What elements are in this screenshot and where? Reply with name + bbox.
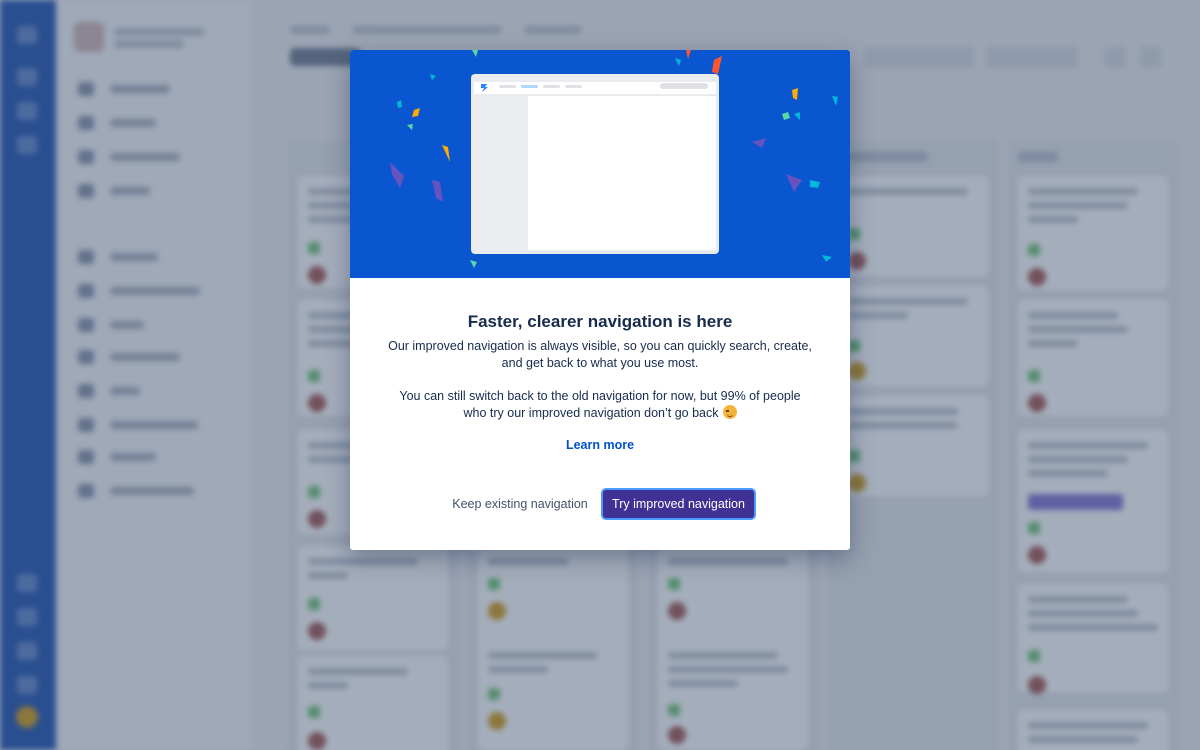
confetti-window-illustration xyxy=(390,50,838,268)
learn-more-link[interactable]: Learn more xyxy=(350,438,850,452)
confetti-piece xyxy=(442,145,450,162)
confetti-piece xyxy=(397,100,402,108)
confetti-piece xyxy=(822,255,832,262)
confetti-piece xyxy=(470,260,477,268)
dialog-title: Faster, clearer navigation is here xyxy=(467,312,733,331)
confetti-piece xyxy=(792,88,798,100)
dialog-note: You can still switch back to the old nav… xyxy=(388,388,812,422)
dialog-description: Our improved navigation is always visibl… xyxy=(388,339,812,370)
confetti-piece xyxy=(782,112,790,120)
confetti-piece xyxy=(675,58,681,66)
dialog-illustration xyxy=(350,50,850,278)
navigation-announcement-dialog: Faster, clearer navigation is here Our i… xyxy=(350,50,850,550)
dialog-note-text: You can still switch back to the old nav… xyxy=(399,389,801,420)
confetti-piece xyxy=(794,112,800,120)
confetti-piece xyxy=(786,174,802,192)
try-improved-navigation-button[interactable]: Try improved navigation xyxy=(603,490,754,518)
confetti-piece xyxy=(412,108,420,117)
confetti-piece xyxy=(810,180,820,188)
confetti-piece xyxy=(430,74,436,80)
confetti-piece xyxy=(686,50,691,59)
keep-existing-navigation-button[interactable]: Keep existing navigation xyxy=(448,490,592,518)
confetti-piece xyxy=(712,56,722,74)
confetti-piece xyxy=(390,162,404,188)
confetti-piece xyxy=(752,138,766,148)
confetti-piece xyxy=(832,96,838,106)
wink-emoji-icon xyxy=(722,405,737,419)
window-sidebar xyxy=(474,96,528,250)
confetti-piece xyxy=(472,50,478,57)
confetti-piece xyxy=(407,124,413,130)
dialog-body: Faster, clearer navigation is here Our i… xyxy=(350,278,850,550)
confetti-piece xyxy=(432,180,443,202)
window-content xyxy=(528,96,716,250)
